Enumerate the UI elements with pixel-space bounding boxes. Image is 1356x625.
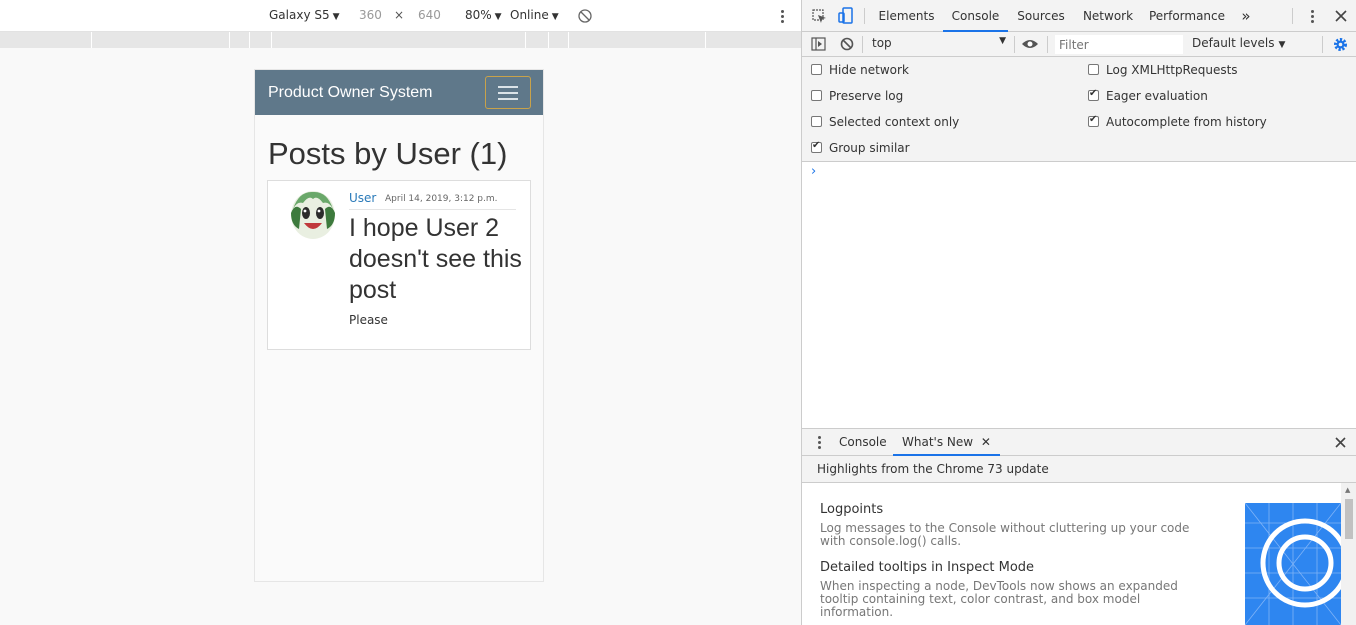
devtools-menu-icon[interactable] [1311,10,1315,25]
avatar [291,191,335,239]
log-levels-select[interactable]: Default levels ▼ [1192,36,1285,50]
drawer-scrollbar[interactable]: ▲ [1341,483,1356,625]
inspect-element-icon[interactable] [812,9,827,24]
caret-down-icon: ▼ [551,12,559,22]
page-title: Posts by User (1) [268,136,508,171]
group-similar-checkbox[interactable]: Group similar [811,140,910,155]
clear-console-icon[interactable] [840,37,854,51]
width-input[interactable]: 360 [359,8,382,22]
whats-new-item-title[interactable]: Logpoints [820,502,883,517]
tab-console[interactable]: Console [943,0,1008,32]
checkbox-icon [811,64,822,75]
tab-elements[interactable]: Elements [874,0,939,32]
caret-down-icon: ▼ [1278,40,1286,50]
whats-new-content: Logpoints Log messages to the Console wi… [802,483,1356,625]
whats-new-item-title[interactable]: Detailed tooltips in Inspect Mode [820,560,1034,575]
checkbox-icon [811,90,822,101]
post-body: Please [349,313,388,327]
console-settings-gear-icon[interactable] [1333,37,1348,52]
drawer-tab-console[interactable]: Console [839,429,887,456]
browser-window: Galaxy S5 ▼ 360 × 640 80% ▼ Online ▼ Pro… [0,0,1356,625]
post-title: I hope User 2 doesn't see this post [349,214,522,304]
drawer-menu-icon[interactable] [818,436,822,451]
checkbox-icon [811,116,822,127]
hamburger-icon-bar [498,92,518,94]
console-prompt[interactable]: › [811,164,816,179]
navbar: Product Owner System [255,70,543,115]
checkbox-checked-icon [811,140,822,153]
hamburger-icon-bar [498,86,518,88]
devtools-panel: Elements Console Sources Network Perform… [801,0,1356,625]
divider [349,209,516,210]
close-devtools-icon[interactable] [1335,10,1347,22]
close-tab-icon[interactable]: ✕ [981,435,991,449]
navbar-brand[interactable]: Product Owner System [268,84,433,102]
console-settings-pane: Hide network Preserve log Selected conte… [802,57,1356,162]
caret-down-icon: ▼ [494,12,502,22]
live-expression-eye-icon[interactable] [1021,38,1039,50]
checkbox-icon [1088,64,1099,75]
preserve-log-checkbox[interactable]: Preserve log [811,89,903,103]
hide-network-checkbox[interactable]: Hide network [811,63,909,77]
selected-context-only-checkbox[interactable]: Selected context only [811,115,959,129]
whats-new-item-text: When inspecting a node, DevTools now sho… [820,579,1178,619]
device-emulation-area: Galaxy S5 ▼ 360 × 640 80% ▼ Online ▼ Pro… [0,0,801,625]
navbar-toggler-button[interactable] [485,76,531,109]
whats-new-highlights-text: Highlights from the Chrome 73 update [817,462,1049,476]
post-author-link[interactable]: User [349,191,376,205]
emulated-viewport: Product Owner System Posts by User (1) U… [254,69,544,582]
log-xmlhttprequests-checkbox[interactable]: Log XMLHttpRequests [1088,63,1238,77]
network-throttle-select[interactable]: Online ▼ [510,8,559,22]
height-input[interactable]: 640 [418,8,441,22]
device-toolbar: Galaxy S5 ▼ 360 × 640 80% ▼ Online ▼ [0,0,801,32]
filter-input[interactable] [1055,35,1183,54]
more-tabs-icon[interactable]: » [1238,0,1254,32]
drawer-tabbar: Console What's New ✕ [802,428,1356,456]
devtools-tabbar: Elements Console Sources Network Perform… [802,0,1356,32]
close-drawer-icon[interactable] [1335,437,1346,448]
tab-performance[interactable]: Performance [1147,0,1227,32]
checkbox-checked-icon [1088,114,1099,127]
eager-evaluation-checkbox[interactable]: Eager evaluation [1088,88,1208,103]
drawer-tab-whats-new[interactable]: What's New ✕ [893,429,1000,456]
media-query-ruler[interactable] [0,32,801,48]
tab-sources[interactable]: Sources [1012,0,1070,32]
device-select[interactable]: Galaxy S5 ▼ [269,8,340,22]
caret-down-icon: ▼ [999,36,1006,46]
console-toolbar: top ▼ Default levels▼ [802,32,1356,57]
post-date: April 14, 2019, 3:12 p.m. [385,194,498,204]
whats-new-header: Highlights from the Chrome 73 update [802,456,1356,483]
post-card: User April 14, 2019, 3:12 p.m. I hope Us… [267,180,531,350]
checkbox-checked-icon [1088,88,1099,101]
whats-new-item-text: Log messages to the Console without clut… [820,521,1190,548]
dimension-separator: × [394,8,405,22]
rotate-icon[interactable] [578,9,592,23]
context-select[interactable]: top ▼ [872,36,1006,53]
zoom-select[interactable]: 80% ▼ [465,8,502,22]
tab-network[interactable]: Network [1078,0,1138,32]
more-options-icon[interactable] [781,10,785,25]
scrollbar-thumb[interactable] [1345,499,1353,539]
chrome-devtools-illustration-icon [1245,503,1341,625]
show-sidebar-icon[interactable] [811,37,826,51]
caret-down-icon: ▼ [332,12,340,22]
autocomplete-from-history-checkbox[interactable]: Autocomplete from history [1088,114,1267,129]
hamburger-icon-bar [498,98,518,100]
device-toolbar-icon[interactable] [838,7,853,24]
